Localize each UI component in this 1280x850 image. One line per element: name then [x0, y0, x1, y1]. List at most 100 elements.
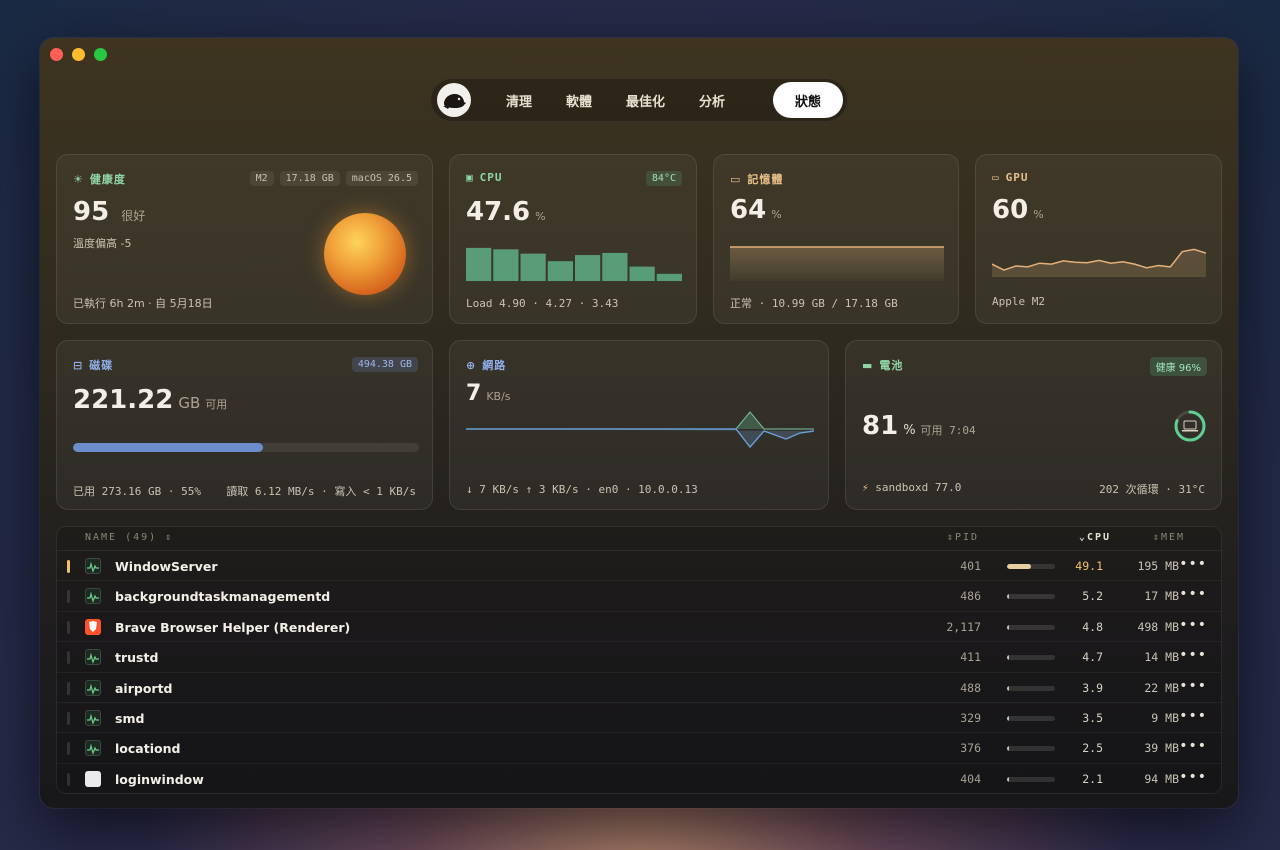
tab-optimize[interactable]: 最佳化: [609, 82, 682, 118]
process-cpu-bar-fill: [1007, 655, 1010, 661]
activity-icon: [85, 588, 101, 605]
cpu-core-bars: [466, 247, 682, 281]
network-footer: ↓ 7 KB/s ↑ 3 KB/s · en0 · 10.0.0.13: [466, 483, 698, 496]
more-options-button[interactable]: •••: [1179, 617, 1207, 633]
device-tags: M2 17.18 GB macOS 26.5: [249, 171, 418, 186]
network-rate-value: 7 KB/s: [466, 381, 511, 406]
blank-app-icon: [85, 770, 101, 787]
row-indicator: [67, 742, 70, 756]
cpu-usage-value: 47.6%: [466, 197, 546, 227]
process-mem: 39 MB: [1144, 741, 1179, 756]
battery-card: ▬ 電池 健康 96% 81% 可用 7:04 ⚡ sandboxd 77.0 2…: [845, 340, 1222, 510]
health-score-label: 很好: [121, 209, 146, 223]
battery-ring-chart: [1174, 410, 1206, 442]
process-pid: 329: [960, 710, 981, 725]
more-options-button[interactable]: •••: [1179, 556, 1207, 572]
row-indicator: [67, 620, 70, 634]
column-pid-header[interactable]: ⇕PID: [947, 532, 979, 543]
process-mem: 14 MB: [1144, 650, 1179, 665]
close-button[interactable]: [50, 48, 63, 61]
table-row[interactable]: WindowServer 401 49.1 195 MB •••: [57, 551, 1221, 582]
disk-used-text: 已用 273.16 GB · 55%: [73, 485, 201, 498]
process-pid: 2,117: [946, 619, 981, 634]
column-name-header[interactable]: NAME (49) ⇕: [85, 532, 173, 543]
disk-icon: ⊟: [73, 358, 84, 372]
more-options-button[interactable]: •••: [1179, 708, 1207, 724]
cpu-core-bar: [547, 261, 573, 281]
gpu-usage-value: 60%: [992, 195, 1044, 225]
table-row[interactable]: loginwindow 404 2.1 94 MB •••: [57, 764, 1221, 793]
process-cpu-bar-fill: [1007, 564, 1031, 569]
process-cpu-bar: [1007, 685, 1055, 691]
cpu-core-bar: [575, 255, 601, 281]
disk-usage-fill: [73, 443, 264, 452]
minimize-button[interactable]: [72, 48, 85, 61]
memory-card: ▭ 記憶體 64% 正常 · 10.99 GB / 17.18 GB: [713, 154, 959, 324]
battery-cycles: 202 次循環 · 31°C: [1099, 483, 1205, 496]
brave-icon: [85, 618, 101, 635]
table-row[interactable]: trustd 411 4.7 14 MB •••: [57, 642, 1221, 673]
disk-free-value: 221.22 GB 可用: [73, 385, 228, 415]
cpu-core-bar: [466, 247, 492, 281]
health-score: 95 很好: [73, 197, 146, 227]
row-indicator: [67, 711, 70, 725]
process-mem: 17 MB: [1144, 589, 1179, 604]
process-table: NAME (49) ⇕ ⇕PID ⌄CPU ⇕MEM WindowServer 4…: [56, 526, 1222, 794]
row-indicator: [67, 772, 70, 786]
process-mem: 498 MB: [1137, 619, 1179, 634]
activity-icon: [85, 679, 101, 696]
column-mem-header[interactable]: ⇕MEM: [1153, 532, 1185, 543]
more-options-button[interactable]: •••: [1179, 678, 1207, 694]
tab-analyze[interactable]: 分析: [682, 82, 742, 118]
health-card: ☀ 健康度 M2 17.18 GB macOS 26.5 95 很好 溫度偏高 -…: [56, 154, 433, 324]
gpu-card: ▭ GPU 60% Apple M2: [975, 154, 1222, 324]
traffic-lights: [50, 48, 107, 61]
process-mem: 9 MB: [1151, 710, 1179, 725]
process-cpu: 3.5: [1082, 710, 1103, 725]
more-options-button[interactable]: •••: [1179, 647, 1207, 663]
process-cpu-bar-fill: [1007, 594, 1010, 600]
tab-status[interactable]: 狀態: [772, 82, 843, 118]
table-header: NAME (49) ⇕ ⇕PID ⌄CPU ⇕MEM: [57, 527, 1221, 551]
table-row[interactable]: airportd 488 3.9 22 MB •••: [57, 673, 1221, 703]
more-options-button[interactable]: •••: [1179, 769, 1207, 785]
tab-bar: 清理 軟體 最佳化 分析 狀態: [430, 78, 848, 122]
cpu-core-bar: [629, 266, 655, 281]
process-pid: 404: [960, 771, 981, 786]
activity-icon: [85, 709, 101, 726]
beaver-logo-icon[interactable]: [437, 83, 471, 117]
disk-usage-bar: [73, 443, 419, 452]
zoom-button[interactable]: [94, 48, 107, 61]
table-row[interactable]: Brave Browser Helper (Renderer) 2,117 4.8 4…: [57, 612, 1221, 643]
temp-note: 溫度偏高 -5: [73, 237, 132, 250]
process-name: Brave Browser Helper (Renderer): [115, 619, 351, 635]
cpu-core-bar: [520, 253, 546, 281]
process-pid: 401: [960, 559, 981, 573]
table-row[interactable]: locationd 376 2.5 39 MB •••: [57, 733, 1221, 764]
os-tag: macOS 26.5: [345, 171, 418, 186]
process-mem: 94 MB: [1144, 771, 1179, 786]
battery-level-value: 81% 可用 7:04: [862, 411, 976, 441]
table-row[interactable]: smd 329 3.5 9 MB •••: [57, 703, 1221, 734]
process-cpu: 5.2: [1082, 589, 1103, 604]
battery-title: 電池: [879, 359, 904, 372]
more-options-button[interactable]: •••: [1179, 586, 1207, 602]
column-cpu-header[interactable]: ⌄CPU: [1079, 532, 1111, 543]
table-row[interactable]: backgroundtaskmanagementd 486 5.2 17 MB •••: [57, 581, 1221, 612]
process-cpu: 2.5: [1082, 741, 1103, 756]
process-cpu-bar-fill: [1007, 685, 1009, 691]
process-pid: 488: [960, 680, 981, 695]
process-cpu-bar: [1007, 564, 1055, 569]
more-options-button[interactable]: •••: [1179, 738, 1207, 754]
process-cpu-bar: [1007, 776, 1055, 782]
process-pid: 376: [960, 741, 981, 756]
process-cpu-bar: [1007, 594, 1055, 600]
memory-title: 記憶體: [747, 173, 784, 186]
process-name: WindowServer: [115, 559, 218, 574]
sun-icon: ☀: [73, 172, 84, 186]
tab-clean[interactable]: 清理: [489, 82, 549, 118]
display-icon: ▭: [992, 171, 1000, 184]
disk-io-text: 讀取 6.12 MB/s · 寫入 < 1 KB/s: [226, 485, 416, 498]
tab-software[interactable]: 軟體: [549, 82, 609, 118]
cpu-load: Load 4.90 · 4.27 · 3.43: [466, 297, 619, 310]
